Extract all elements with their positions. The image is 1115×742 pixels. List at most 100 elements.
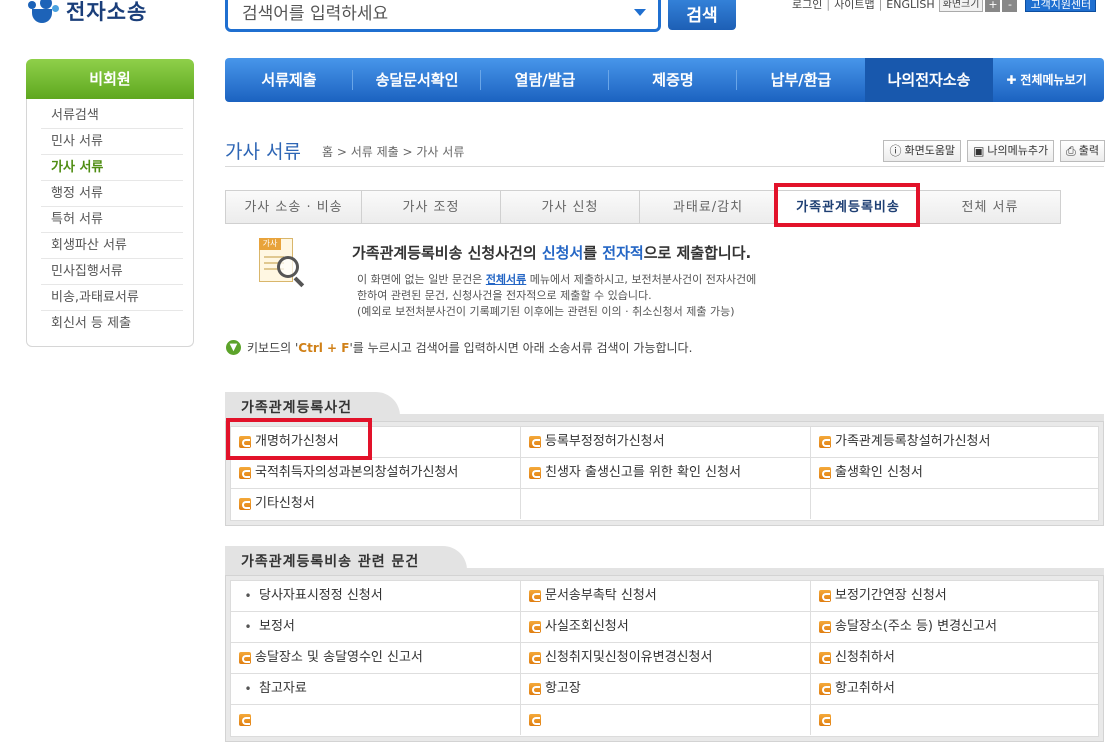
sidebar-item-non-contentious[interactable]: 비송,과태료서류 (41, 285, 183, 311)
english-link[interactable]: ENGLISH (886, 0, 934, 11)
document-icon (239, 467, 251, 479)
document-link[interactable] (231, 705, 521, 735)
print-button[interactable]: ⎙ 출력 (1060, 140, 1105, 162)
search-input[interactable] (240, 0, 620, 25)
document-icon (239, 498, 251, 510)
document-link[interactable]: 항고취하서 (811, 674, 1098, 704)
icon-tag: 가사 (259, 238, 281, 250)
logo-text: 전자소송 (66, 0, 148, 24)
all-menu-button[interactable]: ✚ 전체메뉴보기 (993, 58, 1104, 102)
zoom-out-button[interactable]: - (1002, 0, 1018, 12)
document-icon (239, 714, 251, 726)
document-link[interactable] (811, 705, 1098, 735)
highlight-box-document (226, 418, 372, 460)
document-link[interactable]: 사실조회신청서 (521, 612, 811, 642)
divider: | (826, 0, 831, 11)
bullet-icon: • (244, 589, 252, 603)
nav-item-view-issue[interactable]: 열람/발급 (481, 58, 609, 102)
add-my-menu-button[interactable]: ▣ 나의메뉴추가 (967, 140, 1055, 162)
intro-description: 이 화면에 없는 일반 문건은 전체서류 메뉴에서 제출하시고, 보전처분사건이… (357, 273, 757, 318)
document-link[interactable]: 문서송부촉탁 신청서 (521, 581, 811, 611)
document-icon (819, 590, 831, 602)
empty-cell (521, 489, 811, 519)
sidebar-item-civil-execution[interactable]: 민사집행서류 (41, 259, 183, 285)
table-row: • 당사자표시정정 신청서 문서송부촉탁 신청서 보정기간연장 신청서 (231, 581, 1098, 612)
search-button[interactable]: 검색 (668, 0, 736, 30)
search-dropdown-chevron-icon[interactable] (634, 9, 646, 16)
document-icon (819, 467, 831, 479)
page-tools: ⓘ 화면도움말 ▣ 나의메뉴추가 ⎙ 출력 (883, 140, 1105, 162)
document-link[interactable]: 송달장소(주소 등) 변경신고서 (811, 612, 1098, 642)
nav-item-payment-refund[interactable]: 납부/환급 (737, 58, 865, 102)
tab-all-documents[interactable]: 전체 서류 (919, 190, 1061, 224)
search-box (225, 0, 661, 32)
bullet-icon: • (244, 620, 252, 634)
document-icon (819, 652, 831, 664)
document-link[interactable]: 항고장 (521, 674, 811, 704)
table-row: • 참고자료 항고장 항고취하서 (231, 674, 1098, 705)
document-search-icon: 가사 (259, 238, 307, 288)
sidebar-item-patent[interactable]: 특허 서류 (41, 207, 183, 233)
nav-item-submit[interactable]: 서류제출 (225, 58, 353, 102)
document-link[interactable]: • 보정서 (231, 612, 521, 642)
sidebar-item-family[interactable]: 가사 서류 (41, 155, 183, 181)
sidebar-item-civil[interactable]: 민사 서류 (41, 129, 183, 155)
document-link[interactable]: 친생자 출생신고를 위한 확인 신청서 (521, 458, 811, 488)
document-link[interactable]: 기타신청서 (231, 489, 521, 519)
nav-item-certificate[interactable]: 제증명 (609, 58, 737, 102)
document-link[interactable]: 신청취하서 (811, 643, 1098, 673)
info-icon: ⓘ (889, 144, 902, 158)
nav-item-my-e-litigation[interactable]: 나의전자소송 (865, 58, 993, 102)
bookmark-icon: ▣ (973, 144, 985, 158)
document-link[interactable]: 신청취지및신청이유변경신청서 (521, 643, 811, 673)
tab-family-application[interactable]: 가사 신청 (500, 190, 639, 224)
bullet-icon: • (244, 682, 252, 696)
tab-fine-detention[interactable]: 과태료/감치 (639, 190, 776, 224)
document-icon (529, 621, 541, 633)
document-link[interactable]: • 참고자료 (231, 674, 521, 704)
document-icon (529, 683, 541, 695)
document-link[interactable]: 가족관계등록창설허가신청서 (811, 427, 1098, 457)
document-icon (819, 436, 831, 448)
nav-item-delivery-check[interactable]: 송달문서확인 (353, 58, 481, 102)
help-label: 화면도움말 (904, 144, 956, 157)
table-row: 송달장소 및 송달영수인 신고서 신청취지및신청이유변경신청서 신청취하서 (231, 643, 1098, 674)
document-link[interactable]: 출생확인 신청서 (811, 458, 1098, 488)
sitemap-link[interactable]: 사이트맵 (834, 0, 874, 12)
divider: | (878, 0, 883, 11)
document-link[interactable]: 국적취득자의성과본의창설허가신청서 (231, 458, 521, 488)
site-logo[interactable]: 전자소송 (22, 0, 147, 28)
all-documents-link[interactable]: 전체서류 (486, 273, 526, 286)
tab-family-mediation[interactable]: 가사 조정 (361, 190, 500, 224)
document-link[interactable]: 송달장소 및 송달영수인 신고서 (231, 643, 521, 673)
document-link[interactable]: • 당사자표시정정 신청서 (231, 581, 521, 611)
related-documents: • 당사자표시정정 신청서 문서송부촉탁 신청서 보정기간연장 신청서 • 보정서 … (225, 575, 1104, 742)
main-navigation: 서류제출 송달문서확인 열람/발급 제증명 납부/환급 나의전자소송 ✚ 전체메뉴… (225, 58, 1104, 102)
sidebar-menu: 서류검색 민사 서류 가사 서류 행정 서류 특허 서류 회생파산 서류 민사집… (26, 99, 194, 347)
printer-icon: ⎙ (1066, 144, 1076, 158)
empty-cell (811, 489, 1098, 519)
section-title: 가족관계등록비송 관련 문건 (225, 546, 468, 576)
sidebar-item-bankruptcy[interactable]: 회생파산 서류 (41, 233, 183, 259)
document-link[interactable]: 보정기간연장 신청서 (811, 581, 1098, 611)
table-row: 국적취득자의성과본의창설허가신청서 친생자 출생신고를 위한 확인 신청서 출생… (231, 458, 1098, 489)
page-title: 가사 서류 (225, 141, 301, 163)
table-row (231, 705, 1098, 736)
print-label: 출력 (1078, 144, 1099, 157)
login-link[interactable]: 로그인 (792, 0, 822, 12)
sidebar-item-document-search[interactable]: 서류검색 (41, 103, 183, 129)
document-link[interactable]: 등록부정정허가신청서 (521, 427, 811, 457)
arrow-down-circle-icon: ▼ (226, 340, 241, 355)
intro-title: 가족관계등록비송 신청사건의 신청서를 전자적으로 제출합니다. (352, 244, 752, 262)
sidebar-item-administrative[interactable]: 행정 서류 (41, 181, 183, 207)
tab-family-litigation[interactable]: 가사 소송 · 비송 (225, 190, 361, 224)
sidebar-item-reply-submission[interactable]: 회신서 등 제출 (41, 311, 183, 337)
document-link[interactable] (521, 705, 811, 735)
help-button[interactable]: ⓘ 화면도움말 (883, 140, 962, 162)
zoom-in-button[interactable]: + (985, 0, 1001, 12)
customer-center-link[interactable]: 고객지원센터 (1025, 0, 1097, 12)
document-icon (819, 714, 831, 726)
document-icon (819, 621, 831, 633)
document-icon (819, 683, 831, 695)
add-my-menu-label: 나의메뉴추가 (987, 144, 1049, 157)
